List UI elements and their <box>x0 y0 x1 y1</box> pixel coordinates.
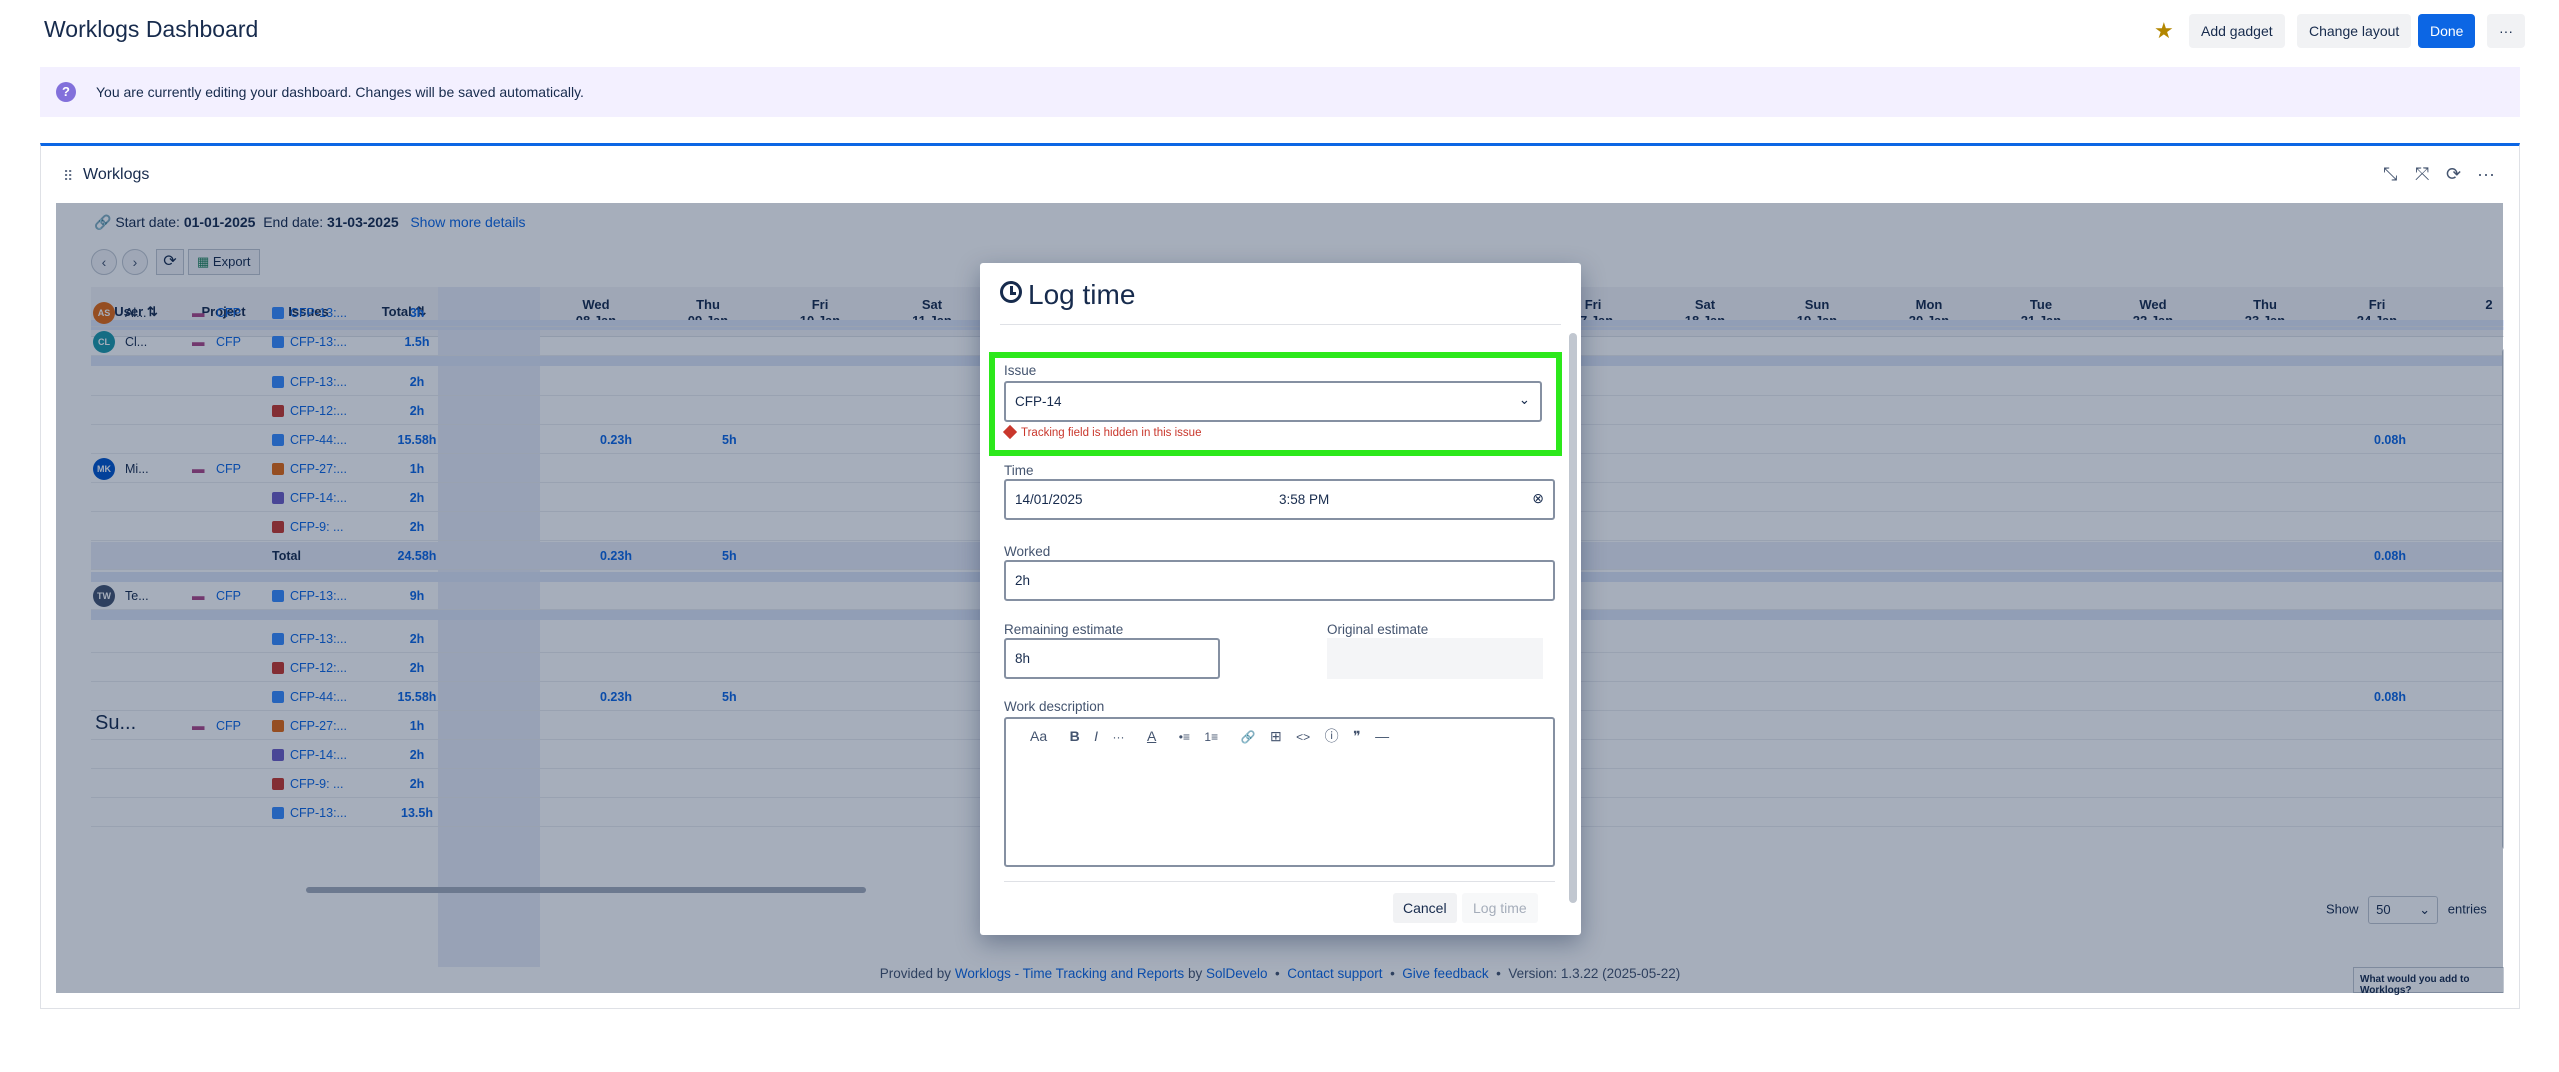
remaining-input[interactable]: 8h <box>1004 638 1220 679</box>
log-time-button[interactable]: Log time <box>1462 893 1538 923</box>
chevron-down-icon: ⌄ <box>1518 392 1530 407</box>
clock-icon <box>1000 281 1022 303</box>
original-label: Original estimate <box>1327 622 1429 637</box>
remaining-label: Remaining estimate <box>1004 622 1124 637</box>
dialog-title: Log time <box>1000 279 1135 311</box>
time-label: Time <box>1004 463 1034 478</box>
error-icon <box>1002 424 1018 440</box>
info-icon[interactable]: ⓘ <box>1325 726 1339 746</box>
footer-divider <box>1004 881 1555 882</box>
issue-error: Tracking field is hidden in this issue <box>1002 424 1202 440</box>
add-gadget-button[interactable]: Add gadget <box>2189 14 2285 48</box>
issue-select[interactable]: CFP-14 ⌄ <box>1004 381 1542 422</box>
drag-handle-icon[interactable]: ⠿ <box>63 168 73 185</box>
bold-icon[interactable]: B <box>1070 728 1080 744</box>
numbered-list-icon[interactable]: 1≡ <box>1204 730 1218 744</box>
worked-label: Worked <box>1004 544 1051 559</box>
log-time-dialog: Log time Issue CFP-14 ⌄ Tracking field i… <box>980 263 1581 935</box>
divider <box>1000 324 1561 325</box>
edit-banner: ? You are currently editing your dashboa… <box>40 67 2520 117</box>
code-icon[interactable]: <> <box>1296 730 1310 744</box>
more-formatting-icon[interactable]: ··· <box>1113 730 1125 744</box>
date-value: 14/01/2025 <box>1015 492 1083 507</box>
issue-label: Issue <box>1004 363 1037 378</box>
done-button[interactable]: Done <box>2418 14 2476 48</box>
link-icon[interactable]: 🔗 <box>1241 730 1256 744</box>
gadget-title: Worklogs <box>83 166 150 183</box>
more-button[interactable]: ··· <box>2487 14 2525 48</box>
dialog-scrollbar[interactable] <box>1569 333 1577 903</box>
editor-toolbar: Aa B I ··· A •≡ 1≡ 🔗 ⊞ <> ⓘ ❞ — <box>1004 726 1399 746</box>
text-style-icon[interactable]: Aa <box>1030 728 1047 744</box>
change-layout-button[interactable]: Change layout <box>2297 14 2412 48</box>
refresh-icon[interactable]: ⟳ <box>2446 164 2461 185</box>
issue-value: CFP-14 <box>1015 394 1062 409</box>
original-input <box>1327 638 1543 679</box>
gadget-more-icon[interactable]: ··· <box>2477 164 2495 185</box>
star-icon[interactable]: ★ <box>2154 18 2174 44</box>
time-value: 3:58 PM <box>1279 492 1330 507</box>
italic-icon[interactable]: I <box>1094 728 1098 744</box>
cancel-button[interactable]: Cancel <box>1393 893 1457 923</box>
issue-error-text: Tracking field is hidden in this issue <box>1021 427 1202 439</box>
banner-text: You are currently editing your dashboard… <box>96 84 584 100</box>
text-color-icon[interactable]: A <box>1147 728 1156 744</box>
time-field[interactable]: 14/01/2025 3:58 PM ⊗ <box>1004 479 1555 520</box>
page-title: Worklogs Dashboard <box>44 16 259 42</box>
question-icon: ? <box>56 82 76 102</box>
divider-icon[interactable]: — <box>1375 728 1389 744</box>
description-label: Work description <box>1004 699 1105 714</box>
worked-input[interactable]: 2h <box>1004 560 1555 601</box>
clear-icon[interactable]: ⊗ <box>1532 490 1544 507</box>
dialog-title-text: Log time <box>1028 279 1136 310</box>
minimize-icon[interactable]: ⤡ <box>2383 164 2397 185</box>
collapse-icon[interactable]: ⤧ <box>2415 164 2429 185</box>
table-icon[interactable]: ⊞ <box>1270 728 1282 745</box>
quote-icon[interactable]: ❞ <box>1353 728 1361 745</box>
bullet-list-icon[interactable]: •≡ <box>1179 730 1190 744</box>
